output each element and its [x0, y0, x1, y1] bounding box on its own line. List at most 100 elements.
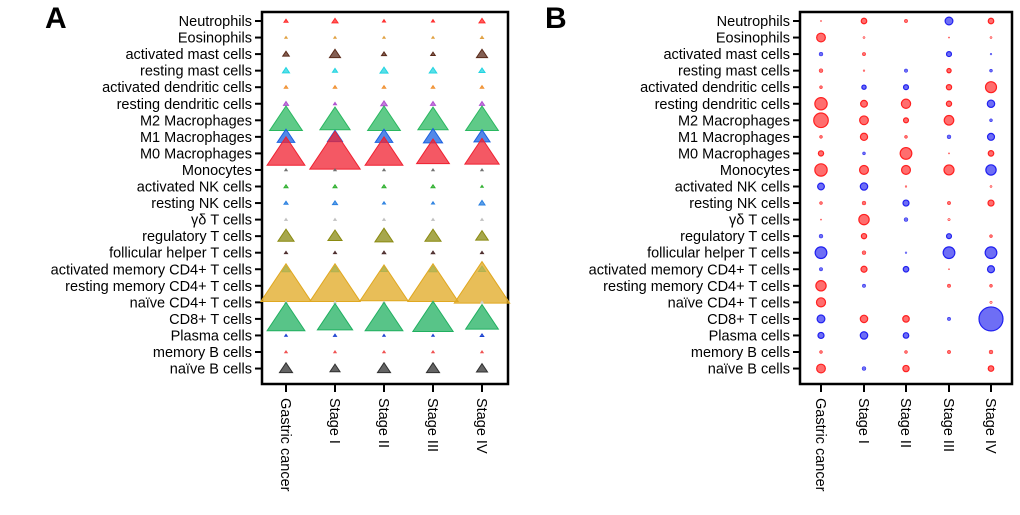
- positive-bubble: [858, 164, 870, 175]
- positive-bubble: [947, 283, 951, 288]
- y-tick-label: Neutrophils: [717, 14, 790, 30]
- positive-bubble: [820, 218, 822, 221]
- positive-bubble: [904, 19, 908, 23]
- positive-bubble: [818, 68, 824, 73]
- triangle-mark: [430, 217, 436, 221]
- triangle-mark: [332, 217, 338, 221]
- triangle-mark: [332, 35, 338, 39]
- triangle-mark: [380, 50, 388, 57]
- plot-frame: [798, 10, 1014, 386]
- positive-bubble: [816, 32, 826, 43]
- positive-bubble: [945, 100, 953, 107]
- triangle-mark: [430, 183, 436, 189]
- triangle-mark: [479, 84, 485, 89]
- positive-bubble: [815, 297, 827, 308]
- positive-bubble: [860, 99, 868, 108]
- negative-bubble: [986, 265, 996, 274]
- y-tick-label: activated mast cells: [663, 47, 790, 63]
- y-tick-label: M0 Macrophages: [678, 146, 790, 162]
- panel-label-b: B: [545, 2, 567, 35]
- positive-bubble: [862, 36, 866, 39]
- triangle-mark: [464, 303, 500, 330]
- y-tick-label: M1 Macrophages: [140, 130, 252, 146]
- negative-bubble: [902, 84, 910, 91]
- triangle-mark: [381, 200, 387, 205]
- triangle-mark: [381, 349, 387, 354]
- positive-bubble: [943, 164, 955, 176]
- positive-bubble: [943, 114, 955, 126]
- x-tick-label: Gastric cancer: [812, 398, 828, 492]
- positive-bubble: [861, 200, 867, 206]
- positive-bubble: [902, 364, 910, 373]
- y-tick-label: resting memory CD4+ T cells: [603, 279, 790, 295]
- positive-bubble: [900, 98, 912, 109]
- negative-bubble: [861, 84, 867, 90]
- triangle-mark: [318, 106, 352, 131]
- positive-bubble: [987, 365, 995, 372]
- negative-bubble: [986, 132, 996, 141]
- y-tick-label: follicular helper T cells: [647, 246, 790, 262]
- negative-bubble: [984, 246, 998, 260]
- y-tick-label: Monocytes: [182, 163, 252, 179]
- triangle-mark: [259, 262, 313, 303]
- triangle-mark: [478, 17, 486, 24]
- positive-bubble: [859, 132, 869, 142]
- triangle-mark: [429, 51, 437, 57]
- negative-bubble: [862, 283, 866, 288]
- positive-bubble: [948, 268, 950, 271]
- positive-bubble: [861, 250, 867, 255]
- triangle-mark: [332, 183, 338, 189]
- triangle-mark: [283, 167, 289, 172]
- triangle-mark: [359, 263, 409, 302]
- triangle-mark: [281, 66, 291, 74]
- positive-bubble: [814, 163, 828, 177]
- x-tick-label: Stage II: [375, 398, 391, 448]
- x-tick-label: Gastric cancer: [277, 398, 293, 492]
- triangle-mark: [479, 217, 485, 221]
- triangle-mark: [430, 250, 436, 255]
- triangle-mark: [332, 333, 338, 337]
- triangle-mark: [283, 18, 289, 23]
- positive-bubble: [815, 280, 827, 292]
- positive-bubble: [902, 117, 910, 124]
- positive-bubble: [904, 350, 908, 354]
- triangle-mark: [424, 228, 442, 242]
- triangle-mark: [331, 67, 339, 73]
- triangle-mark: [430, 84, 436, 89]
- y-tick-label: Neutrophils: [179, 14, 252, 30]
- positive-bubble: [989, 36, 993, 39]
- negative-bubble: [816, 314, 826, 324]
- negative-bubble: [814, 246, 828, 260]
- negative-bubble: [947, 316, 951, 321]
- negative-bubble: [904, 68, 908, 73]
- triangle-mark: [429, 100, 437, 106]
- y-tick-label: activated dendritic cells: [640, 80, 790, 96]
- y-tick-label: naïve B cells: [170, 362, 252, 378]
- triangle-mark: [428, 66, 438, 74]
- y-tick-label: resting dendritic cells: [117, 97, 252, 113]
- triangle-mark: [283, 84, 289, 89]
- triangle-mark: [475, 48, 489, 59]
- negative-bubble: [904, 251, 908, 254]
- positive-bubble: [819, 135, 823, 139]
- y-tick-label: follicular helper T cells: [109, 246, 252, 262]
- triangle-mark: [479, 333, 485, 338]
- triangle-mark: [364, 135, 404, 166]
- triangle-mark: [381, 35, 387, 39]
- positive-bubble: [858, 213, 870, 226]
- triangle-mark: [373, 227, 395, 243]
- positive-bubble: [945, 83, 953, 91]
- x-tick-label: Stage III: [424, 398, 440, 452]
- triangle-mark: [281, 50, 291, 57]
- x-tick-label: Stage I: [326, 398, 342, 444]
- negative-bubble: [989, 52, 993, 56]
- positive-bubble: [987, 17, 995, 25]
- triangle-mark: [381, 167, 387, 172]
- triangle-mark: [474, 229, 490, 241]
- triangle-mark: [478, 199, 486, 206]
- positive-bubble: [819, 85, 823, 89]
- figure: A B NeutrophilsEosinophilsactivated mast…: [45, 2, 1014, 492]
- y-tick-label: activated dendritic cells: [102, 80, 252, 96]
- triangle-mark: [479, 350, 485, 354]
- y-tick-label: naïve CD4+ T cells: [668, 295, 790, 311]
